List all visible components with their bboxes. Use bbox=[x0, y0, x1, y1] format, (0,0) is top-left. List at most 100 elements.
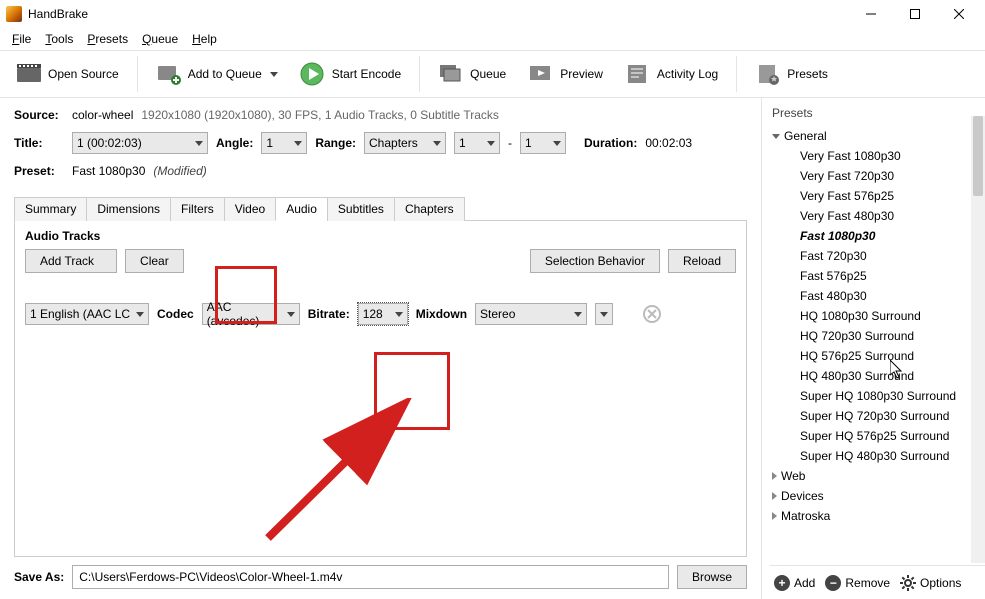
preset-item[interactable]: Fast 576p25 bbox=[770, 266, 985, 286]
tab-summary[interactable]: Summary bbox=[14, 197, 87, 221]
maximize-button[interactable] bbox=[893, 0, 937, 28]
bitrate-label: Bitrate: bbox=[308, 307, 350, 321]
start-encode-button[interactable]: Start Encode bbox=[292, 58, 409, 90]
bitrate-value: 128 bbox=[363, 307, 383, 321]
preview-button[interactable]: Preview bbox=[520, 58, 611, 90]
chevron-down-icon bbox=[294, 141, 302, 146]
preset-item[interactable]: Fast 480p30 bbox=[770, 286, 985, 306]
range-to-value: 1 bbox=[525, 136, 532, 150]
range-from-select[interactable]: 1 bbox=[454, 132, 500, 154]
track-select[interactable]: 1 English (AAC LC) (2 bbox=[25, 303, 149, 325]
preset-add-button[interactable]: +Add bbox=[774, 575, 815, 591]
scrollbar-thumb[interactable] bbox=[973, 116, 983, 196]
queue-button[interactable]: Queue bbox=[430, 58, 514, 90]
presets-tree[interactable]: General Very Fast 1080p30Very Fast 720p30… bbox=[770, 126, 985, 565]
preset-item[interactable]: Super HQ 576p25 Surround bbox=[770, 426, 985, 446]
title-label: Title: bbox=[14, 136, 64, 150]
preset-item[interactable]: HQ 576p25 Surround bbox=[770, 346, 985, 366]
presets-icon bbox=[755, 62, 781, 86]
gear-icon bbox=[900, 575, 916, 591]
preset-category-label: General bbox=[784, 129, 827, 143]
queue-icon bbox=[438, 62, 464, 86]
preset-item[interactable]: Very Fast 720p30 bbox=[770, 166, 985, 186]
menu-presets[interactable]: Presets bbox=[81, 30, 134, 48]
duration-label: Duration: bbox=[584, 136, 637, 150]
chevron-down-icon bbox=[574, 312, 582, 317]
preset-item[interactable]: HQ 480p30 Surround bbox=[770, 366, 985, 386]
title-select[interactable]: 1 (00:02:03) bbox=[72, 132, 208, 154]
toolbar-separator bbox=[419, 56, 420, 92]
duration-value: 00:02:03 bbox=[645, 136, 692, 150]
add-track-button[interactable]: Add Track bbox=[25, 249, 117, 273]
menu-queue[interactable]: Queue bbox=[136, 30, 184, 48]
range-type-select[interactable]: Chapters bbox=[364, 132, 446, 154]
delete-track-button[interactable] bbox=[643, 305, 661, 323]
range-to-select[interactable]: 1 bbox=[520, 132, 566, 154]
tab-video[interactable]: Video bbox=[224, 197, 276, 221]
preset-category[interactable]: General bbox=[770, 126, 985, 146]
chevron-down-icon bbox=[487, 141, 495, 146]
preset-category-label: Devices bbox=[781, 489, 824, 503]
chevron-down-icon bbox=[136, 312, 144, 317]
activity-log-button[interactable]: Activity Log bbox=[617, 58, 726, 90]
range-from-value: 1 bbox=[459, 136, 466, 150]
close-button[interactable] bbox=[937, 0, 981, 28]
chevron-down-icon bbox=[270, 72, 278, 77]
menu-tools[interactable]: Tools bbox=[39, 30, 79, 48]
tab-audio[interactable]: Audio bbox=[275, 197, 328, 221]
caret-down-icon bbox=[772, 134, 780, 139]
open-source-label: Open Source bbox=[48, 67, 119, 81]
tab-chapters[interactable]: Chapters bbox=[394, 197, 465, 221]
preset-item[interactable]: Fast 1080p30 bbox=[770, 226, 985, 246]
add-to-queue-button[interactable]: Add to Queue bbox=[148, 58, 286, 90]
selection-behavior-button[interactable]: Selection Behavior bbox=[530, 249, 660, 273]
minimize-button[interactable] bbox=[849, 0, 893, 28]
preset-category[interactable]: Matroska bbox=[770, 506, 985, 526]
range-dash: - bbox=[508, 136, 512, 150]
presets-button[interactable]: Presets bbox=[747, 58, 836, 90]
mixdown-select[interactable]: Stereo bbox=[475, 303, 587, 325]
codec-select[interactable]: AAC (avcodec) bbox=[202, 303, 300, 325]
preset-value: Fast 1080p30 bbox=[72, 164, 145, 178]
menu-help[interactable]: Help bbox=[186, 30, 223, 48]
preset-category-label: Matroska bbox=[781, 509, 830, 523]
clear-button[interactable]: Clear bbox=[125, 249, 184, 273]
caret-right-icon bbox=[772, 492, 777, 500]
preset-category[interactable]: Web bbox=[770, 466, 985, 486]
log-icon bbox=[625, 62, 651, 86]
preset-category[interactable]: Devices bbox=[770, 486, 985, 506]
angle-value: 1 bbox=[266, 136, 273, 150]
tab-dimensions[interactable]: Dimensions bbox=[86, 197, 171, 221]
save-as-label: Save As: bbox=[14, 570, 64, 584]
preset-options-button[interactable]: Options bbox=[900, 575, 961, 591]
tab-filters[interactable]: Filters bbox=[170, 197, 225, 221]
title-value: 1 (00:02:03) bbox=[77, 136, 142, 150]
save-as-input[interactable] bbox=[72, 565, 669, 589]
preset-item[interactable]: Very Fast 1080p30 bbox=[770, 146, 985, 166]
preset-item[interactable]: HQ 720p30 Surround bbox=[770, 326, 985, 346]
expand-button[interactable] bbox=[595, 303, 613, 325]
preset-remove-button[interactable]: −Remove bbox=[825, 575, 890, 591]
menu-file[interactable]: File bbox=[6, 30, 37, 48]
reload-button[interactable]: Reload bbox=[668, 249, 736, 273]
scrollbar[interactable] bbox=[971, 116, 985, 563]
preset-modified: (Modified) bbox=[153, 164, 206, 178]
range-type-value: Chapters bbox=[369, 136, 418, 150]
open-source-button[interactable]: Open Source bbox=[8, 58, 127, 90]
angle-label: Angle: bbox=[216, 136, 253, 150]
mixdown-value: Stereo bbox=[480, 307, 515, 321]
browse-button[interactable]: Browse bbox=[677, 565, 747, 589]
preset-item[interactable]: Very Fast 576p25 bbox=[770, 186, 985, 206]
bitrate-select[interactable]: 128 bbox=[358, 303, 408, 325]
preset-item[interactable]: Super HQ 1080p30 Surround bbox=[770, 386, 985, 406]
tab-subtitles[interactable]: Subtitles bbox=[327, 197, 395, 221]
preset-item[interactable]: Super HQ 480p30 Surround bbox=[770, 446, 985, 466]
preset-item[interactable]: HQ 1080p30 Surround bbox=[770, 306, 985, 326]
preview-label: Preview bbox=[560, 67, 603, 81]
angle-select[interactable]: 1 bbox=[261, 132, 307, 154]
preset-item[interactable]: Very Fast 480p30 bbox=[770, 206, 985, 226]
preset-item[interactable]: Super HQ 720p30 Surround bbox=[770, 406, 985, 426]
preset-item[interactable]: Fast 720p30 bbox=[770, 246, 985, 266]
app-icon bbox=[6, 6, 22, 22]
track-value: 1 English (AAC LC) (2 bbox=[30, 307, 130, 321]
